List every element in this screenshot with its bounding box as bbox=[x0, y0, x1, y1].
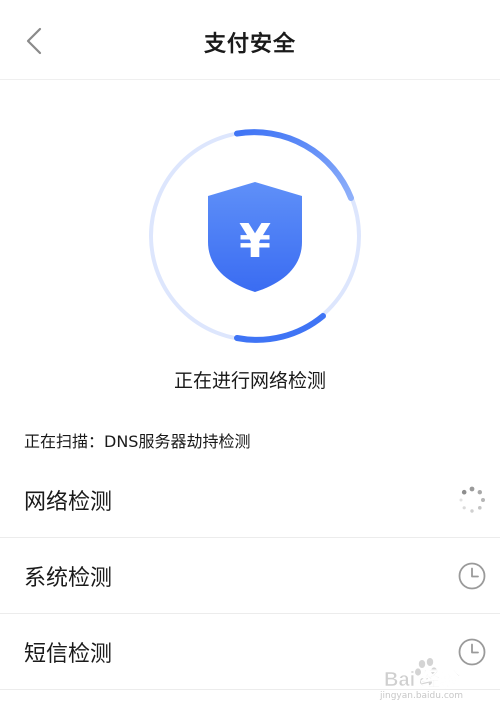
check-label: 系统检测 bbox=[24, 566, 113, 591]
progress-arc-bottom bbox=[234, 313, 326, 343]
page-title: 支付安全 bbox=[203, 32, 296, 57]
loading-spinner-icon bbox=[459, 486, 485, 513]
header-bar: 支付安全 bbox=[0, 0, 500, 80]
check-item-system: 系统检测 bbox=[0, 538, 500, 614]
check-label: 短信检测 bbox=[24, 642, 113, 667]
shield-yuan-icon: ¥ bbox=[208, 182, 302, 292]
watermark-logo-text: Bai 经验 bbox=[384, 667, 461, 691]
svg-text:¥: ¥ bbox=[239, 214, 271, 268]
current-scan-text: 正在扫描：DNS服务器劫持检测 bbox=[24, 432, 251, 451]
scan-status-text: 正在进行网络检测 bbox=[173, 370, 326, 392]
clock-icon bbox=[458, 562, 486, 590]
check-label: 网络检测 bbox=[24, 490, 113, 515]
scan-progress-ring: ¥ bbox=[145, 126, 365, 346]
watermark-url: jingyan.baidu.com bbox=[380, 691, 464, 701]
check-item-network: 网络检测 bbox=[0, 462, 500, 538]
